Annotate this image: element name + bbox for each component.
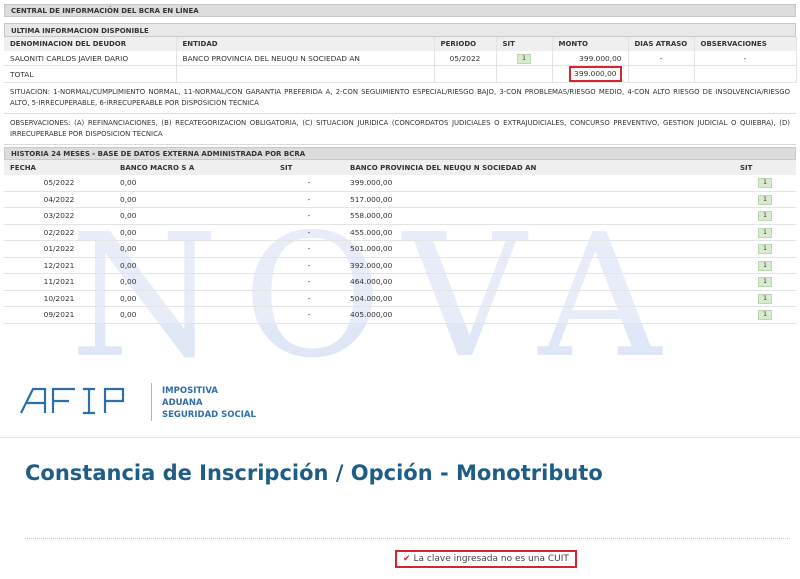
history-row: 12/2021 0,00-392.000,00 1 — [4, 257, 796, 274]
hcol-macro: BANCO MACRO S A — [114, 160, 274, 175]
history-provincia: 501.000,00 — [344, 240, 734, 258]
history-sit2-badge: 1 — [758, 244, 772, 255]
afip-line-impositiva: IMPOSITIVA — [162, 386, 218, 396]
total-label: TOTAL — [4, 65, 177, 83]
afip-line-aduana: ADUANA — [162, 398, 203, 408]
history-sit2-badge: 1 — [758, 194, 772, 205]
history-fecha: 09/2021 — [4, 306, 114, 324]
history-provincia: 405.000,00 — [344, 306, 734, 324]
bcra-subtitle: ULTIMA INFORMACION DISPONIBLE — [4, 23, 796, 37]
situacion-legend: SITUACION: 1-NORMAL/CUMPLIMIENTO NORMAL,… — [4, 83, 796, 114]
history-row: 09/2021 0,00-405.000,00 1 — [4, 306, 796, 324]
history-row: 02/2022 0,00-455.000,00 1 — [4, 224, 796, 241]
check-icon: ✔ — [403, 554, 411, 564]
history-fecha: 10/2021 — [4, 290, 114, 307]
history-sit1: - — [274, 207, 344, 225]
afip-logo — [20, 387, 125, 415]
history-provincia: 504.000,00 — [344, 290, 734, 307]
hcol-sit1: SIT — [274, 160, 344, 175]
col-dias: DIAS ATRASO — [628, 37, 695, 51]
error-message: ✔ La clave ingresada no es una CUIT — [395, 550, 577, 568]
history-provincia: 455.000,00 — [344, 224, 734, 241]
col-entidad: ENTIDAD — [176, 37, 435, 51]
history-sit1: - — [274, 273, 344, 291]
history-fecha: 04/2022 — [4, 191, 114, 208]
col-deudor: DENOMINACION DEL DEUDOR — [4, 37, 177, 51]
history-macro: 0,00 — [114, 191, 274, 208]
dias-value: - — [628, 51, 695, 66]
history-macro: 0,00 — [114, 240, 274, 258]
col-monto: MONTO — [552, 37, 629, 51]
bcra-panel: CENTRAL DE INFORMACIÓN DEL BCRA EN LÍNEA… — [4, 4, 797, 324]
afip-divider — [151, 383, 152, 421]
col-observaciones: OBSERVACIONES — [694, 37, 797, 51]
history-sit1: - — [274, 290, 344, 307]
history-sit2-badge: 1 — [758, 227, 772, 238]
history-provincia: 558.000,00 — [344, 207, 734, 225]
table-row: SALONITI CARLOS JAVIER DARIO BANCO PROVI… — [4, 51, 797, 66]
history-sit1: - — [274, 224, 344, 241]
history-sit2-badge: 1 — [758, 178, 772, 189]
history-macro: 0,00 — [114, 290, 274, 307]
history-row: 11/2021 0,00-464.000,00 1 — [4, 273, 796, 291]
history-sit1: - — [274, 175, 344, 192]
history-macro: 0,00 — [114, 207, 274, 225]
total-row: TOTAL 399.000,00 — [4, 65, 797, 83]
history-fecha: 01/2022 — [4, 240, 114, 258]
sit-badge: 1 — [517, 53, 531, 64]
history-fecha: 05/2022 — [4, 175, 114, 192]
history-sit1: - — [274, 257, 344, 274]
history-sit2-badge: 1 — [758, 260, 772, 271]
afip-tagline: IMPOSITIVA ADUANA SEGURIDAD SOCIAL — [162, 385, 256, 421]
history-sit2-badge: 1 — [758, 293, 772, 304]
history-fecha: 11/2021 — [4, 273, 114, 291]
history-macro: 0,00 — [114, 224, 274, 241]
history-sit1: - — [274, 240, 344, 258]
dotted-divider — [25, 538, 790, 539]
section-divider — [0, 437, 800, 438]
col-sit: SIT — [496, 37, 553, 51]
hcol-sit2: SIT — [734, 160, 796, 175]
observaciones-legend: OBSERVACIONES: (A) REFINANCIACIONES, (B)… — [4, 114, 796, 145]
history-row: 03/2022 0,00-558.000,00 1 — [4, 207, 796, 225]
history-provincia: 517.000,00 — [344, 191, 734, 208]
history-macro: 0,00 — [114, 306, 274, 324]
history-sit1: - — [274, 191, 344, 208]
history-fecha: 12/2021 — [4, 257, 114, 274]
history-row: 10/2021 0,00-504.000,00 1 — [4, 290, 796, 307]
history-sit2-badge: 1 — [758, 211, 772, 222]
history-provincia: 464.000,00 — [344, 273, 734, 291]
history-fecha: 03/2022 — [4, 207, 114, 225]
history-sit2-badge: 1 — [758, 310, 772, 321]
hcol-provincia: BANCO PROVINCIA DEL NEUQU N SOCIEDAD AN — [344, 160, 734, 175]
history-provincia: 392.000,00 — [344, 257, 734, 274]
entidad-name: BANCO PROVINCIA DEL NEUQU N SOCIEDAD AN — [176, 51, 435, 66]
history-row: 04/2022 0,00-517.000,00 1 — [4, 191, 796, 208]
history-header-row: FECHA BANCO MACRO S A SIT BANCO PROVINCI… — [4, 160, 796, 175]
ultima-info-table: DENOMINACION DEL DEUDOR ENTIDAD PERIODO … — [4, 37, 797, 83]
col-periodo: PERIODO — [434, 37, 497, 51]
history-table: FECHA BANCO MACRO S A SIT BANCO PROVINCI… — [4, 160, 796, 324]
total-monto-highlight: 399.000,00 — [569, 66, 622, 82]
periodo-value: 05/2022 — [434, 51, 497, 66]
history-title: HISTORIA 24 MESES - BASE DE DATOS EXTERN… — [4, 147, 796, 160]
history-sit1: - — [274, 306, 344, 324]
history-macro: 0,00 — [114, 175, 274, 192]
history-sit2-badge: 1 — [758, 277, 772, 288]
history-row: 05/2022 0,00-399.000,00 1 — [4, 175, 796, 192]
monto-value: 399.000,00 — [552, 51, 629, 66]
error-message-text: La clave ingresada no es una CUIT — [413, 554, 569, 564]
table-header-row: DENOMINACION DEL DEUDOR ENTIDAD PERIODO … — [4, 37, 797, 51]
page-title: Constancia de Inscripción / Opción - Mon… — [25, 461, 603, 485]
hcol-fecha: FECHA — [4, 160, 114, 175]
history-row: 01/2022 0,00-501.000,00 1 — [4, 240, 796, 258]
history-macro: 0,00 — [114, 257, 274, 274]
history-fecha: 02/2022 — [4, 224, 114, 241]
bcra-title: CENTRAL DE INFORMACIÓN DEL BCRA EN LÍNEA — [4, 4, 796, 17]
history-provincia: 399.000,00 — [344, 175, 734, 192]
deudor-name: SALONITI CARLOS JAVIER DARIO — [4, 51, 177, 66]
obs-value: - — [694, 51, 797, 66]
afip-line-seguridad: SEGURIDAD SOCIAL — [162, 410, 256, 420]
history-macro: 0,00 — [114, 273, 274, 291]
